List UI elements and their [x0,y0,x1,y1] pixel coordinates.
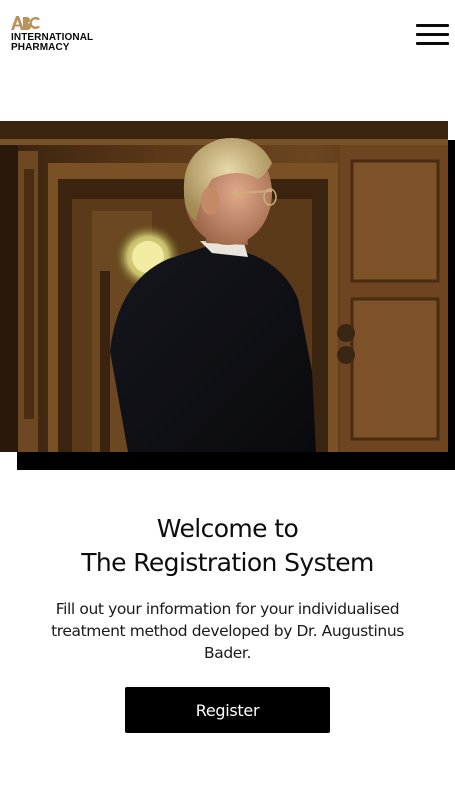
site-header: INTERNATIONAL PHARMACY [0,0,455,70]
logo-text-line-2: PHARMACY [11,42,70,53]
intro-description: Fill out your information for your indiv… [51,600,404,662]
menu-bar [416,33,449,36]
brand-logo[interactable]: INTERNATIONAL PHARMACY [11,14,93,53]
hero-image [0,121,448,452]
register-button[interactable]: Register [125,687,330,733]
hero-section [0,121,455,471]
welcome-heading: Welcome to The Registration System [0,512,455,580]
abc-logo-mark [11,14,93,30]
hamburger-menu-icon[interactable] [416,22,450,48]
welcome-heading-line-1: Welcome to [156,514,299,543]
menu-bar [416,42,449,45]
menu-bar [416,24,449,27]
welcome-heading-line-2: The Registration System [81,548,374,577]
